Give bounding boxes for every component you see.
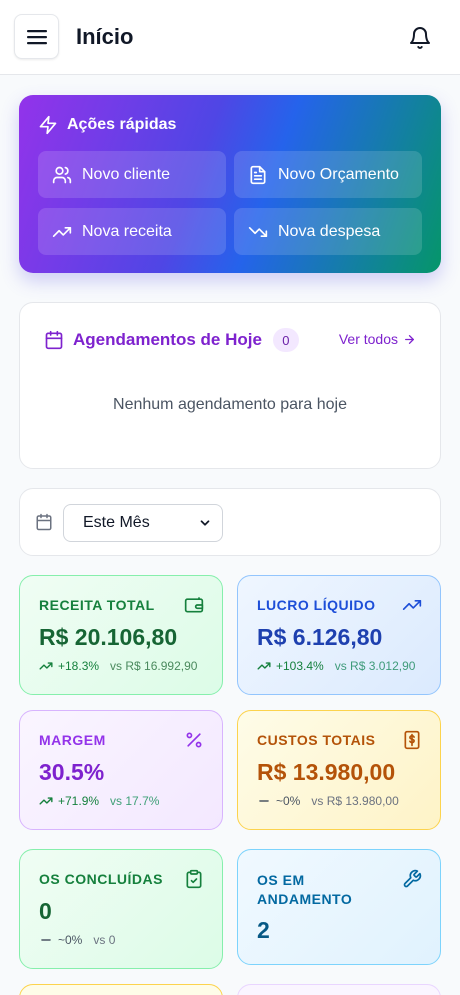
- stat-value: 0: [39, 898, 52, 924]
- new-quote-label: Novo Orçamento: [278, 165, 399, 183]
- stat-label-line1: OS EM: [257, 872, 305, 888]
- stat-value: R$ 13.980,00: [257, 759, 396, 785]
- percent-icon: [186, 732, 202, 748]
- wallet-icon: [184, 597, 204, 613]
- stat-card-completed-orders: OS CONCLUÍDAS 0 ~0% vs 0: [19, 849, 223, 969]
- quick-actions-title: Ações rápidas: [67, 116, 177, 133]
- stat-compare: vs 17.7%: [110, 794, 160, 808]
- new-income-button[interactable]: Nova receita: [38, 208, 226, 255]
- stat-label: OS CONCLUÍDAS: [39, 871, 163, 887]
- stat-change: ~0%: [58, 933, 83, 947]
- stat-value: 2: [257, 917, 270, 943]
- stat-compare: vs R$ 16.992,90: [110, 659, 198, 673]
- stat-card-margin: MARGEM 30.5% +71.9% vs 17.7%: [19, 710, 223, 830]
- wrench-icon: [403, 869, 422, 888]
- hamburger-icon: [26, 29, 47, 44]
- quick-actions-card: Ações rápidas Novo cliente Novo Orçament…: [19, 95, 441, 273]
- stat-label: OS EM ANDAMENTO: [257, 871, 352, 909]
- lightning-icon: [39, 115, 57, 135]
- clipboard-check-icon: [186, 869, 202, 889]
- stat-trend: ~0% vs R$ 13.980,00: [257, 794, 399, 808]
- new-client-label: Novo cliente: [82, 165, 171, 183]
- period-select-value: Este Mês: [83, 514, 150, 531]
- trending-up-icon: [402, 600, 422, 610]
- stat-label: LUCRO LÍQUIDO: [257, 597, 376, 613]
- trending-up-icon: [52, 226, 72, 237]
- trending-up-icon: [39, 662, 53, 670]
- calendar-icon: [45, 330, 63, 350]
- notifications-button[interactable]: [404, 22, 436, 54]
- bell-icon: [410, 27, 430, 49]
- stat-label: RECEITA TOTAL: [39, 597, 155, 613]
- stat-trend: +18.3% vs R$ 16.992,90: [39, 659, 197, 673]
- document-icon: [250, 165, 266, 184]
- stat-change: +71.9%: [58, 794, 100, 808]
- period-filter-card: Este Mês: [19, 488, 441, 556]
- new-income-label: Nova receita: [82, 222, 172, 240]
- receipt-dollar-icon: [404, 730, 420, 750]
- menu-button[interactable]: [14, 14, 59, 59]
- chevron-down-icon: [200, 520, 210, 526]
- stat-label: MARGEM: [39, 732, 106, 748]
- stat-compare: vs R$ 13.980,00: [311, 794, 399, 808]
- stat-change: ~0%: [276, 794, 301, 808]
- new-expense-button[interactable]: Nova despesa: [234, 208, 422, 255]
- stat-value: R$ 20.106,80: [39, 624, 178, 650]
- appointments-title: Agendamentos de Hoje: [73, 330, 262, 349]
- stat-label: CUSTOS TOTAIS: [257, 732, 376, 748]
- new-expense-label: Nova despesa: [278, 222, 381, 240]
- new-client-button[interactable]: Novo cliente: [38, 151, 226, 198]
- stat-trend: ~0% vs 0: [39, 933, 115, 947]
- stat-value: 30.5%: [39, 759, 105, 785]
- stat-card-orders-in-progress: OS EM ANDAMENTO 2: [237, 849, 441, 965]
- stat-card-total-revenue: RECEITA TOTAL R$ 20.106,80 +18.3% vs R$ …: [19, 575, 223, 695]
- stat-compare: vs R$ 3.012,90: [334, 659, 416, 673]
- trending-up-icon: [39, 797, 53, 805]
- stat-trend: +103.4% vs R$ 3.012,90: [257, 659, 415, 673]
- stat-compare: vs 0: [93, 933, 116, 947]
- minus-icon: [41, 939, 51, 941]
- stat-card-partial: [19, 984, 223, 995]
- users-icon: [52, 166, 72, 183]
- calendar-icon: [36, 513, 52, 531]
- arrow-right-icon: [405, 334, 414, 344]
- appointments-card: Agendamentos de Hoje 0 Ver todos Nenhum …: [19, 302, 441, 469]
- new-quote-button[interactable]: Novo Orçamento: [234, 151, 422, 198]
- appointments-count-badge: 0: [272, 328, 299, 352]
- stat-card-partial: [237, 984, 441, 995]
- stat-value: R$ 6.126,80: [257, 624, 383, 650]
- page-title: Início: [76, 24, 134, 49]
- stat-card-total-costs: CUSTOS TOTAIS R$ 13.980,00 ~0% vs R$ 13.…: [237, 710, 441, 830]
- quick-actions-header: Ações rápidas: [38, 115, 176, 135]
- stat-trend: +71.9% vs 17.7%: [39, 794, 159, 808]
- stat-label-line2: ANDAMENTO: [257, 891, 353, 907]
- trending-down-icon: [248, 226, 268, 237]
- app-header: Início: [0, 0, 460, 75]
- see-all-appointments-link[interactable]: Ver todos: [339, 331, 416, 347]
- appointments-header: Agendamentos de Hoje 0: [44, 328, 299, 352]
- appointments-empty-message: Nenhum agendamento para hoje: [113, 396, 347, 413]
- trending-up-icon: [257, 662, 271, 670]
- stat-card-net-profit: LUCRO LÍQUIDO R$ 6.126,80 +103.4% vs R$ …: [237, 575, 441, 695]
- stat-change: +18.3%: [58, 659, 100, 673]
- period-select[interactable]: Este Mês: [63, 504, 223, 542]
- minus-icon: [259, 800, 269, 802]
- see-all-label: Ver todos: [338, 331, 398, 347]
- stat-change: +103.4%: [276, 659, 324, 673]
